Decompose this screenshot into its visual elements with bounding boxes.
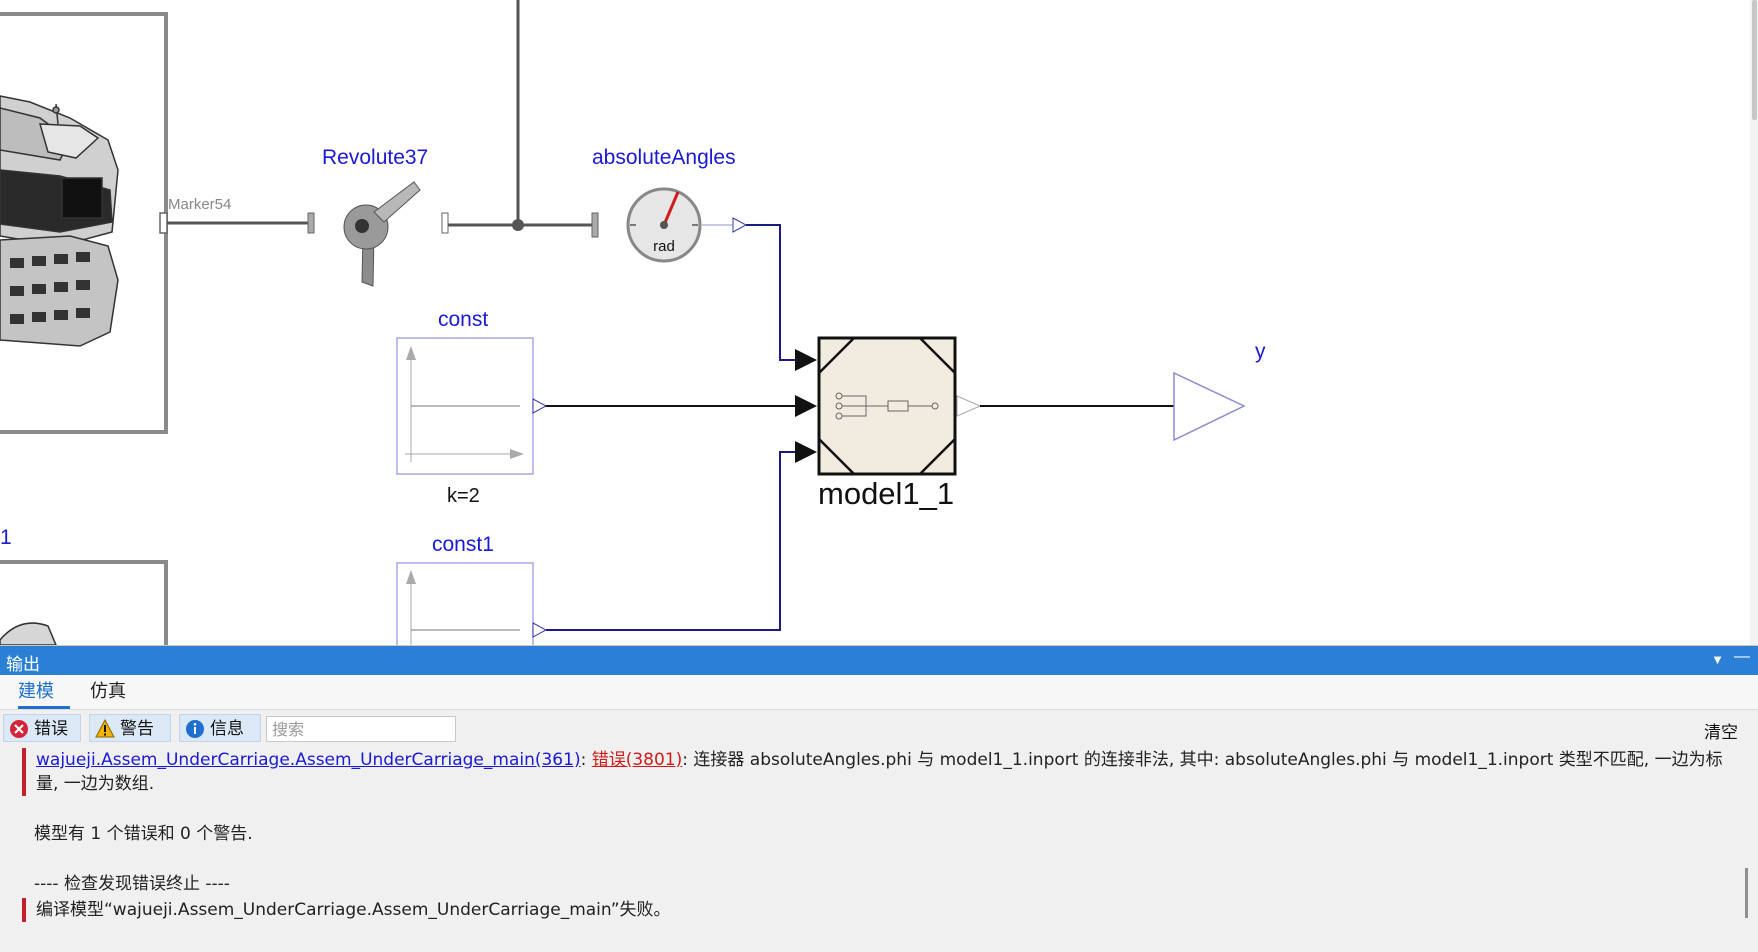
revolute37-label: Revolute37 bbox=[322, 146, 428, 169]
sensor-unit: rad bbox=[653, 238, 675, 255]
const1-block[interactable] bbox=[396, 562, 548, 645]
panel-minimize-icon[interactable]: — bbox=[1734, 648, 1750, 666]
warning-icon bbox=[95, 719, 115, 738]
diagram-svg[interactable]: 1 Marker54 Revolute37 rad absoluteAngles… bbox=[0, 0, 1758, 645]
search-input[interactable] bbox=[266, 716, 456, 742]
const1-label: const1 bbox=[432, 533, 494, 556]
info-icon bbox=[186, 720, 204, 738]
filter-info-button[interactable]: 信息 bbox=[179, 714, 261, 742]
compile-fail-message: 编译模型“wajueji.Assem_UnderCarriage.Assem_U… bbox=[22, 898, 1726, 922]
absolute-angles-label: absoluteAngles bbox=[592, 146, 736, 169]
excavator-block-top[interactable] bbox=[0, 12, 168, 434]
canvas-vertical-scrollbar[interactable] bbox=[1750, 0, 1758, 645]
model-input-port-1[interactable] bbox=[795, 349, 817, 371]
filter-errors-label: 错误 bbox=[34, 719, 68, 739]
filter-toolbar: 错误 警告 信息 清空 bbox=[0, 710, 1758, 744]
tab-simulation[interactable]: 仿真 bbox=[90, 675, 130, 708]
error-message: wajueji.Assem_UnderCarriage.Assem_UnderC… bbox=[22, 748, 1726, 796]
clear-button[interactable]: 清空 bbox=[1704, 718, 1738, 743]
output-panel-title: 输出 bbox=[6, 655, 40, 675]
output-y-label: y bbox=[1255, 340, 1266, 363]
sensor-frame-port[interactable] bbox=[591, 212, 599, 238]
junction-dot bbox=[512, 219, 524, 231]
message-log[interactable]: wajueji.Assem_UnderCarriage.Assem_UnderC… bbox=[0, 744, 1740, 950]
error-code-link[interactable]: 错误(3801) bbox=[592, 750, 683, 770]
marker-port[interactable] bbox=[159, 212, 168, 234]
model1-1-component[interactable] bbox=[795, 336, 982, 476]
excavator-block-bottom[interactable] bbox=[0, 560, 168, 645]
output-y-port[interactable] bbox=[1173, 371, 1246, 442]
canvas-scroll-thumb[interactable] bbox=[1752, 0, 1757, 120]
error-source-link[interactable]: wajueji.Assem_UnderCarriage.Assem_UnderC… bbox=[36, 750, 581, 770]
filter-warnings-label: 警告 bbox=[120, 719, 154, 739]
model1-1-label: model1_1 bbox=[818, 476, 954, 511]
left-block-label: 1 bbox=[0, 526, 12, 549]
model-input-port-2[interactable] bbox=[795, 395, 817, 417]
revolute37-component[interactable] bbox=[343, 181, 421, 287]
error-icon bbox=[10, 720, 28, 738]
connection-const1-model[interactable] bbox=[546, 451, 795, 631]
error-separator: : bbox=[580, 750, 592, 770]
output-tabs: 建模 仿真 bbox=[0, 675, 1758, 710]
const-block[interactable] bbox=[396, 337, 548, 475]
model-output-port[interactable] bbox=[956, 395, 982, 417]
marker-label: Marker54 bbox=[168, 196, 231, 213]
filter-errors-button[interactable]: 错误 bbox=[3, 714, 81, 742]
diagram-canvas[interactable]: 1 Marker54 Revolute37 rad absoluteAngles… bbox=[0, 0, 1758, 645]
sensor-output-port[interactable] bbox=[732, 217, 748, 233]
filter-info-label: 信息 bbox=[210, 719, 244, 739]
connection-sensor-model[interactable] bbox=[746, 224, 795, 361]
revolute-frame-a[interactable] bbox=[307, 212, 315, 234]
const-param: k=2 bbox=[447, 485, 480, 507]
panel-menu-chevron-icon[interactable]: ▼ bbox=[1711, 652, 1724, 667]
log-scrollbar[interactable] bbox=[1742, 744, 1752, 950]
log-scroll-thumb[interactable] bbox=[1745, 868, 1748, 918]
const-label: const bbox=[438, 308, 488, 331]
revolute-frame-b[interactable] bbox=[441, 212, 449, 234]
stop-message: ---- 检查发现错误终止 ---- bbox=[34, 874, 230, 894]
output-panel: 输出 ▼ — 建模 仿真 错误 警告 信息 搜索 清空 wajueji.Asse… bbox=[0, 645, 1758, 952]
tab-modeling[interactable]: 建模 bbox=[18, 675, 70, 709]
absolute-angles-component[interactable]: rad bbox=[626, 187, 702, 263]
summary-message: 模型有 1 个错误和 0 个警告. bbox=[34, 824, 253, 844]
output-panel-titlebar: 输出 ▼ — bbox=[0, 646, 1758, 675]
filter-warnings-button[interactable]: 警告 bbox=[89, 714, 171, 742]
model-input-port-3[interactable] bbox=[795, 441, 817, 463]
